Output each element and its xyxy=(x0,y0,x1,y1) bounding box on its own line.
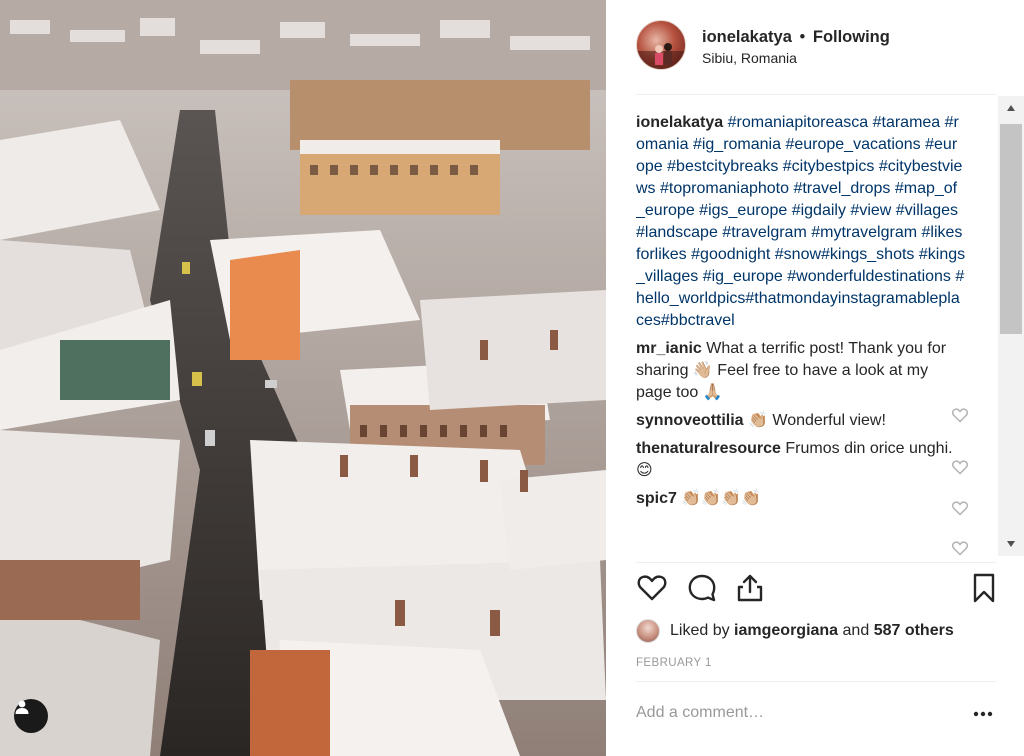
scrollbar-thumb[interactable] xyxy=(1000,124,1022,334)
following-button[interactable]: Following xyxy=(813,28,890,46)
comment-username[interactable]: spic7 xyxy=(636,490,677,507)
author-username[interactable]: ionelakatya xyxy=(702,28,792,46)
hashtag-link[interactable]: #landscape xyxy=(636,224,718,241)
hashtag-link[interactable]: #wonderfuldestinations xyxy=(787,268,951,285)
hashtag-link[interactable]: #bestcitybreaks xyxy=(667,158,778,175)
header-divider xyxy=(636,94,996,95)
comment-like-heart-icon[interactable] xyxy=(951,459,969,475)
likes-summary: Liked by iamgeorgiana and 587 others xyxy=(636,618,954,644)
post-photo[interactable] xyxy=(0,0,606,756)
post-details-panel: ionelakatya • Following Sibiu, Romania i… xyxy=(606,0,1024,756)
hashtag-link[interactable]: #igdaily xyxy=(792,202,846,219)
caption-username[interactable]: ionelakatya xyxy=(636,114,723,131)
hashtag-link[interactable]: #view xyxy=(850,202,891,219)
comment-username[interactable]: mr_ianic xyxy=(636,340,702,357)
hashtag-link[interactable]: #travel_drops xyxy=(793,180,890,197)
comment-text: 👏🏼👏🏼👏🏼👏🏼 xyxy=(681,490,762,507)
post-location[interactable]: Sibiu, Romania xyxy=(702,50,797,66)
hashtag-link[interactable]: #goodnight xyxy=(691,246,770,263)
hashtag-link[interactable]: #mytravelgram xyxy=(811,224,917,241)
arrow-up-icon xyxy=(1007,105,1015,111)
add-comment-divider xyxy=(636,681,996,682)
comment-item: spic7 👏🏼👏🏼👏🏼👏🏼 xyxy=(636,488,966,510)
author-line: ionelakatya • Following xyxy=(702,28,890,47)
post-caption: ionelakatya #romaniapitoreasca #taramea … xyxy=(636,112,966,332)
actions-divider xyxy=(636,562,996,563)
hashtag-link[interactable]: #snow#kings_shots xyxy=(775,246,915,263)
likes-others-link[interactable]: 587 others xyxy=(874,622,954,639)
add-comment-input[interactable]: Add a comment… xyxy=(636,704,764,722)
arrow-down-icon xyxy=(1007,541,1015,547)
avatar-image xyxy=(637,43,685,69)
liker-username[interactable]: iamgeorgiana xyxy=(734,622,838,639)
hashtag-link[interactable]: #romaniapitoreasca xyxy=(728,114,869,131)
comment-like-heart-icon[interactable] xyxy=(951,407,969,423)
header-separator: • xyxy=(799,28,806,46)
likes-prefix: Liked by xyxy=(670,622,730,639)
scroll-up-button[interactable] xyxy=(998,96,1024,120)
post-header: ionelakatya • Following Sibiu, Romania xyxy=(606,0,1024,94)
comment-text: 👏🏼 Wonderful view! xyxy=(748,412,886,429)
comment-username[interactable]: thenaturalresource xyxy=(636,440,781,457)
post-date[interactable]: FEBRUARY 1 xyxy=(636,657,712,669)
comment-bubble-icon[interactable] xyxy=(686,572,718,604)
sibiu-rooftops-image xyxy=(0,0,606,756)
author-avatar[interactable] xyxy=(636,20,686,70)
hashtag-link[interactable]: #igs_europe xyxy=(699,202,787,219)
scroll-down-button[interactable] xyxy=(998,532,1024,556)
comment-username[interactable]: synnoveottilia xyxy=(636,412,744,429)
likes-middle: and xyxy=(842,622,870,639)
hashtag-link[interactable]: #ig_romania xyxy=(693,136,781,153)
caption-hashtags: #romaniapitoreasca #taramea #romania #ig… xyxy=(636,114,965,329)
hashtag-link[interactable]: #topromaniaphoto xyxy=(660,180,789,197)
heart-icon[interactable] xyxy=(636,572,668,604)
bookmark-icon[interactable] xyxy=(968,572,1000,604)
tagged-users-button[interactable] xyxy=(14,699,48,733)
hashtag-link[interactable]: #villages xyxy=(896,202,958,219)
post-actions xyxy=(636,572,998,608)
comment-item: thenaturalresource Frumos din orice ungh… xyxy=(636,438,966,482)
hashtag-link[interactable]: #europe_vacations xyxy=(785,136,920,153)
more-options-icon[interactable] xyxy=(972,704,994,724)
hashtag-link[interactable]: #ig_europe xyxy=(703,268,783,285)
comments-list: ionelakatya #romaniapitoreasca #taramea … xyxy=(636,112,966,558)
share-icon[interactable] xyxy=(734,572,766,604)
comments-scrollbar[interactable] xyxy=(998,96,1024,556)
liker-avatar[interactable] xyxy=(636,619,660,643)
hashtag-link[interactable]: #travelgram xyxy=(722,224,806,241)
user-icon xyxy=(15,700,29,714)
hashtag-link[interactable]: #citybestpics xyxy=(783,158,875,175)
comment-like-heart-icon[interactable] xyxy=(951,540,969,556)
hashtag-link[interactable]: #taramea xyxy=(873,114,941,131)
comment-like-heart-icon[interactable] xyxy=(951,500,969,516)
comment-item: mr_ianic What a terrific post! Thank you… xyxy=(636,338,966,404)
comment-item: synnoveottilia 👏🏼 Wonderful view! xyxy=(636,410,966,432)
